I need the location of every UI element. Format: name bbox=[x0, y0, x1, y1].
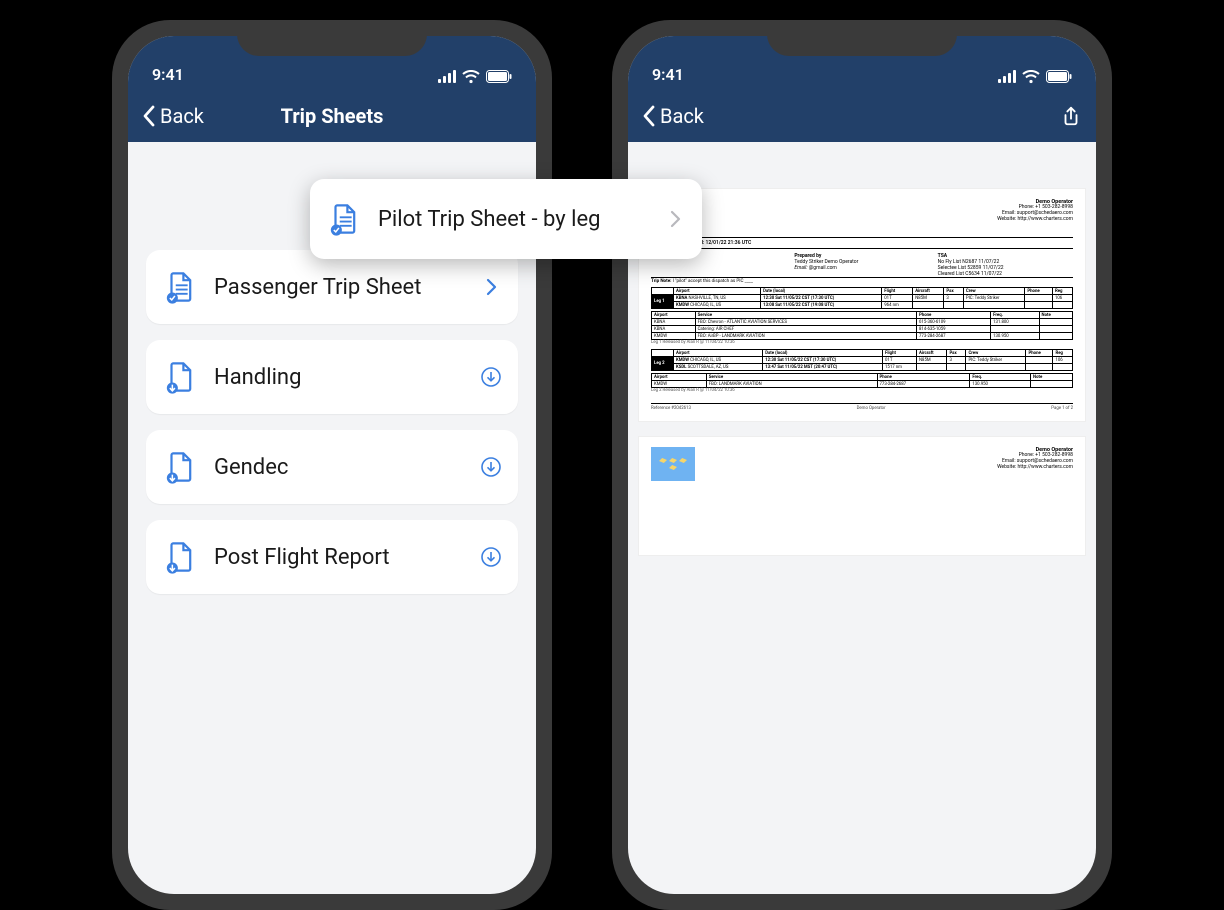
chevron-right-icon bbox=[664, 208, 686, 230]
operator-info: Demo Operator Phone: +1 503-282-8998 Ema… bbox=[997, 447, 1073, 471]
viewer-toolbar bbox=[628, 142, 1096, 188]
footer-ref: Reference #2042613 bbox=[651, 406, 691, 411]
trip-header: Trip 2022-252 Updated: 12/01/22 21:36 UT… bbox=[651, 237, 1073, 249]
sheet-icon bbox=[160, 267, 200, 307]
leg-table: AirportDate (local)FlightAircraftPaxCrew… bbox=[651, 287, 1073, 309]
sheet-download-icon bbox=[160, 537, 200, 577]
sheet-icon bbox=[324, 199, 364, 239]
back-button[interactable]: Back bbox=[142, 104, 204, 128]
row-label: Pilot Trip Sheet - by leg bbox=[378, 207, 650, 232]
chevron-right-icon bbox=[480, 276, 502, 298]
footer-operator: Demo Operator bbox=[691, 406, 1051, 411]
leg-release-note: Leg 2 Released by Alan R @ 11/04/22 10:3… bbox=[651, 388, 1073, 393]
battery-icon bbox=[1046, 70, 1072, 84]
page-title: Trip Sheets bbox=[281, 104, 384, 128]
sheet-download-icon bbox=[160, 447, 200, 487]
back-label: Back bbox=[660, 104, 704, 128]
row-label: Post Flight Report bbox=[214, 545, 466, 570]
row-gendec[interactable]: Gendec bbox=[146, 430, 518, 504]
share-icon bbox=[1060, 105, 1082, 127]
operator-logo bbox=[651, 447, 695, 481]
wifi-icon bbox=[1022, 70, 1040, 84]
status-time: 9:41 bbox=[652, 65, 684, 84]
row-label: Handling bbox=[214, 365, 466, 390]
signal-icon bbox=[438, 70, 456, 84]
sheet-download-icon bbox=[160, 357, 200, 397]
chevron-left-icon bbox=[142, 105, 156, 127]
back-label: Back bbox=[160, 104, 204, 128]
row-passenger-trip-sheet[interactable]: Passenger Trip Sheet bbox=[146, 250, 518, 324]
document-page-2: Demo Operator Phone: +1 503-282-8998 Ema… bbox=[638, 436, 1086, 556]
document-page-1: Demo Operator Phone: +1 503-282-8998 Ema… bbox=[638, 188, 1086, 422]
status-time: 9:41 bbox=[152, 65, 184, 84]
status-indicators bbox=[998, 70, 1072, 84]
device-notch bbox=[237, 20, 427, 56]
prepared-row: Prepared for Prepared by Teddy Striker D… bbox=[651, 253, 1073, 277]
chevron-left-icon bbox=[642, 105, 656, 127]
footer-page: Page 1 of 2 bbox=[1051, 406, 1073, 411]
leg-services-table: AirportServicePhoneFreq.NoteKBNAFBO: Che… bbox=[651, 311, 1073, 340]
wifi-icon bbox=[462, 70, 480, 84]
device-notch bbox=[767, 20, 957, 56]
row-handling[interactable]: Handling bbox=[146, 340, 518, 414]
signal-icon bbox=[998, 70, 1016, 84]
download-icon bbox=[480, 546, 502, 568]
phone-device-left: 9:41 Back Trip Sheets bbox=[112, 20, 552, 910]
leg-table: AirportDate (local)FlightAircraftPaxCrew… bbox=[651, 349, 1073, 371]
row-pilot-trip-sheet[interactable]: Pilot Trip Sheet - by leg bbox=[310, 179, 702, 259]
back-button[interactable]: Back bbox=[642, 104, 704, 128]
download-icon bbox=[480, 456, 502, 478]
nav-bar: Back Trip Sheets bbox=[128, 90, 536, 142]
share-button[interactable] bbox=[1060, 105, 1082, 127]
operator-info: Demo Operator Phone: +1 503-282-8998 Ema… bbox=[997, 199, 1073, 223]
leg-release-note: Leg 1 Released by Alan R @ 11/04/22 10:3… bbox=[651, 340, 1073, 345]
phone-device-right: 9:41 Back bbox=[612, 20, 1112, 910]
status-indicators bbox=[438, 70, 512, 84]
row-label: Gendec bbox=[214, 455, 466, 480]
row-post-flight-report[interactable]: Post Flight Report bbox=[146, 520, 518, 594]
document-footer: Reference #2042613 Demo Operator Page 1 … bbox=[651, 403, 1073, 411]
battery-icon bbox=[486, 70, 512, 84]
nav-bar: Back bbox=[628, 90, 1096, 142]
leg-services-table: AirportServicePhoneFreq.NoteKMDWFBO: LAN… bbox=[651, 373, 1073, 388]
row-label: Passenger Trip Sheet bbox=[214, 275, 466, 300]
trip-note: Trip Note: I "pilot" accept this dispatc… bbox=[651, 277, 1073, 285]
download-icon bbox=[480, 366, 502, 388]
